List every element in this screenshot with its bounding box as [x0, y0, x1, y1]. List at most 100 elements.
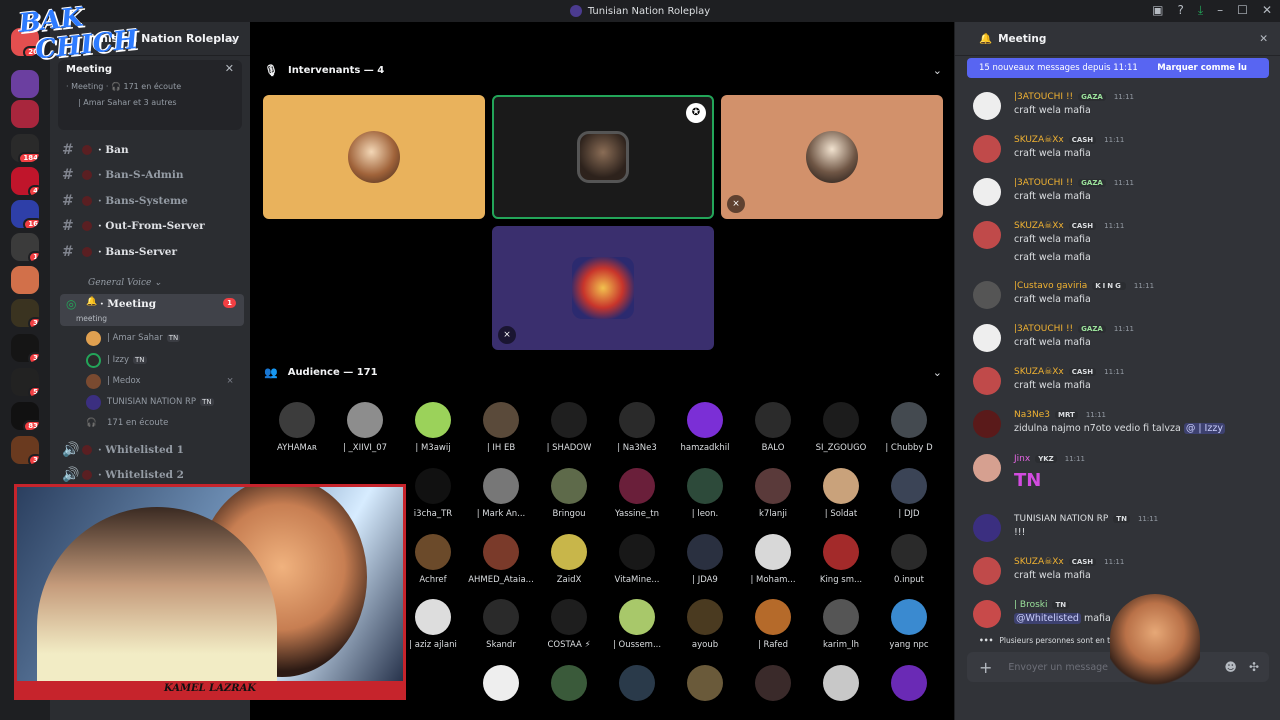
audience-member[interactable]: SI_ZGOUGO [807, 402, 875, 453]
audience-member[interactable]: AHMED_Ataia... [467, 534, 535, 585]
channel-ban-s-admin[interactable]: # · Ban-S-Admin [62, 165, 242, 185]
voice-user[interactable]: | Izzy TN [86, 351, 147, 369]
audience-member[interactable]: VitaMine... [603, 534, 671, 585]
guild-icon[interactable] [11, 70, 39, 98]
mark-as-read-button[interactable]: Marquer comme lu [1157, 63, 1247, 73]
speakers-header[interactable]: 🎙 Intervenants — 4 [264, 64, 384, 77]
audience-member[interactable]: | DJD [875, 468, 943, 519]
audience-member[interactable]: k7lanji [739, 468, 807, 519]
audience-member[interactable]: Bringou [535, 468, 603, 519]
speaker-tile[interactable] [263, 95, 485, 219]
chat-message[interactable]: |3ATOUCHI !! GAZA 11:11 craft wela mafia [973, 324, 1273, 352]
guild-icon[interactable]: 83 [11, 402, 39, 430]
audience-member[interactable]: | aziz ajlani [399, 599, 467, 650]
audience-member[interactable]: yang npc [875, 599, 943, 650]
voice-connection-panel[interactable]: Meeting · Meeting · 🎧 171 en écoute | Am… [58, 60, 242, 130]
audience-member[interactable]: hamzadkhil [671, 402, 739, 453]
audience-member[interactable]: | IH EB [467, 402, 535, 453]
close-icon[interactable]: ✕ [225, 62, 234, 75]
guild-icon[interactable]: 3 [11, 436, 39, 464]
help-icon[interactable]: ? [1177, 3, 1183, 18]
author-name[interactable]: SKUZA☠Xx [1014, 557, 1064, 567]
user-mention[interactable]: @ | Izzy [1183, 423, 1225, 434]
guild-icon[interactable]: 1 [11, 233, 39, 261]
guild-icon[interactable] [11, 100, 39, 128]
voice-user[interactable]: | Medox ⨯ [86, 372, 234, 390]
speaker-tile[interactable]: ⨯ [721, 95, 943, 219]
audience-member[interactable]: | Mark An... [467, 468, 535, 519]
chevron-down-icon[interactable]: ⌄ [933, 366, 942, 379]
author-name[interactable]: |Custavo gaviria [1014, 281, 1087, 291]
chat-message[interactable]: |3ATOUCHI !! GAZA 11:11 craft wela mafia [973, 92, 1273, 120]
category-general-voice[interactable]: General Voice ⌄ [88, 278, 162, 288]
audience-member[interactable]: ayoub [671, 599, 739, 650]
author-name[interactable]: TUNISIAN NATION RP [1014, 514, 1108, 524]
audience-member[interactable]: Yassine_tn [603, 468, 671, 519]
author-name[interactable]: Jinx [1014, 454, 1030, 464]
author-name[interactable]: | Broski [1014, 600, 1047, 610]
chat-message[interactable]: |3ATOUCHI !! GAZA 11:11 craft wela mafia [973, 178, 1273, 206]
author-name[interactable]: Na3Ne3 [1014, 410, 1050, 420]
audience-member[interactable]: | Chubby D [875, 402, 943, 453]
author-name[interactable]: |3ATOUCHI !! [1014, 324, 1073, 334]
guild-icon[interactable]: 4 [11, 167, 39, 195]
author-name[interactable]: |3ATOUCHI !! [1014, 178, 1073, 188]
chat-message[interactable]: SKUZA☠Xx CASH 11:11 craft wela mafia [973, 367, 1273, 395]
guild-icon[interactable]: 184 [11, 134, 39, 162]
author-name[interactable]: SKUZA☠Xx [1014, 135, 1064, 145]
close-icon[interactable]: ✕ [1259, 33, 1268, 45]
audience-member[interactable]: Skandr [467, 599, 535, 650]
chat-message[interactable]: SKUZA☠Xx CASH 11:11 craft wela mafia [973, 557, 1273, 585]
download-icon[interactable]: ⤓ [1198, 3, 1203, 18]
chat-message[interactable]: Na3Ne3 MRT 11:11 zidulna najmo n7oto vedio … [973, 410, 1273, 438]
audience-member[interactable]: | Oussem... [603, 599, 671, 650]
audience-member[interactable]: | Moham... [739, 534, 807, 585]
audience-member[interactable]: BALO [739, 402, 807, 453]
audience-member[interactable]: | JDA9 [671, 534, 739, 585]
maximize-icon[interactable]: ☐ [1237, 3, 1248, 18]
chat-message[interactable]: SKUZA☠Xx CASH 11:11 craft wela mafia craft w… [973, 221, 1273, 263]
audience-member[interactable]: King sm... [807, 534, 875, 585]
channel-whitelisted-2[interactable]: 🔊 · Whitelisted 2 [62, 465, 242, 485]
guild-icon[interactable]: 5 [11, 368, 39, 396]
chat-message[interactable]: |Custavo gaviria KING 11:11 craft wela mafi… [973, 281, 1273, 309]
audience-member[interactable]: COSTAA ⚡ [535, 599, 603, 650]
audience-member[interactable] [807, 665, 875, 701]
chevron-down-icon[interactable]: ⌄ [933, 64, 942, 77]
minimize-icon[interactable]: – [1217, 3, 1223, 18]
audience-header[interactable]: 👥 Audience — 171 [264, 366, 378, 379]
audience-member[interactable]: Achref [399, 534, 467, 585]
audience-member[interactable]: 0.input [875, 534, 943, 585]
audience-member[interactable]: | M3awij [399, 402, 467, 453]
audience-member[interactable]: | leon. [671, 468, 739, 519]
channel-whitelisted-1[interactable]: 🔊 · Whitelisted 1 [62, 440, 242, 460]
audience-member[interactable] [671, 665, 739, 701]
audience-member[interactable]: AYHAMᴀʀ [263, 402, 331, 453]
audience-member[interactable]: karim_lh [807, 599, 875, 650]
audience-member[interactable]: | _XIIVI_07 [331, 402, 399, 453]
channel-ban[interactable]: # · Ban [62, 140, 242, 160]
emoji-icon[interactable]: ☻ [1224, 660, 1237, 674]
audience-member[interactable]: | Na3Ne3 [603, 402, 671, 453]
speaker-tile-speaking[interactable]: ✪ [492, 95, 714, 219]
speaker-tile[interactable]: ⨯ [492, 226, 714, 350]
voice-user[interactable]: | Amar Sahar TN [86, 329, 181, 347]
chat-message[interactable]: Jinx YKZ 11:11 TN [973, 454, 1273, 491]
role-mention[interactable]: @Whitelisted [1014, 613, 1081, 624]
plus-icon[interactable]: + [979, 658, 992, 677]
guild-icon[interactable]: 16 [11, 200, 39, 228]
audience-member[interactable]: ZaidX [535, 534, 603, 585]
audience-member[interactable]: | Soldat [807, 468, 875, 519]
inbox-icon[interactable]: ▣ [1152, 3, 1163, 18]
audience-member[interactable] [535, 665, 603, 701]
close-icon[interactable]: ✕ [1262, 3, 1272, 18]
guild-icon[interactable] [11, 266, 39, 294]
new-messages-banner[interactable]: 15 nouveaux messages depuis 11:11 Marque… [967, 58, 1269, 78]
audience-member[interactable] [875, 665, 943, 701]
channel-out-from-server[interactable]: # · Out-From-Server [62, 216, 242, 236]
voice-user[interactable]: TUNISIAN NATION RP TN [86, 393, 214, 411]
audience-member[interactable]: | SHADOW [535, 402, 603, 453]
channel-bans-server[interactable]: # · Bans-Server [62, 242, 242, 262]
author-name[interactable]: SKUZA☠Xx [1014, 221, 1064, 231]
chat-message[interactable]: SKUZA☠Xx CASH 11:11 craft wela mafia [973, 135, 1273, 163]
